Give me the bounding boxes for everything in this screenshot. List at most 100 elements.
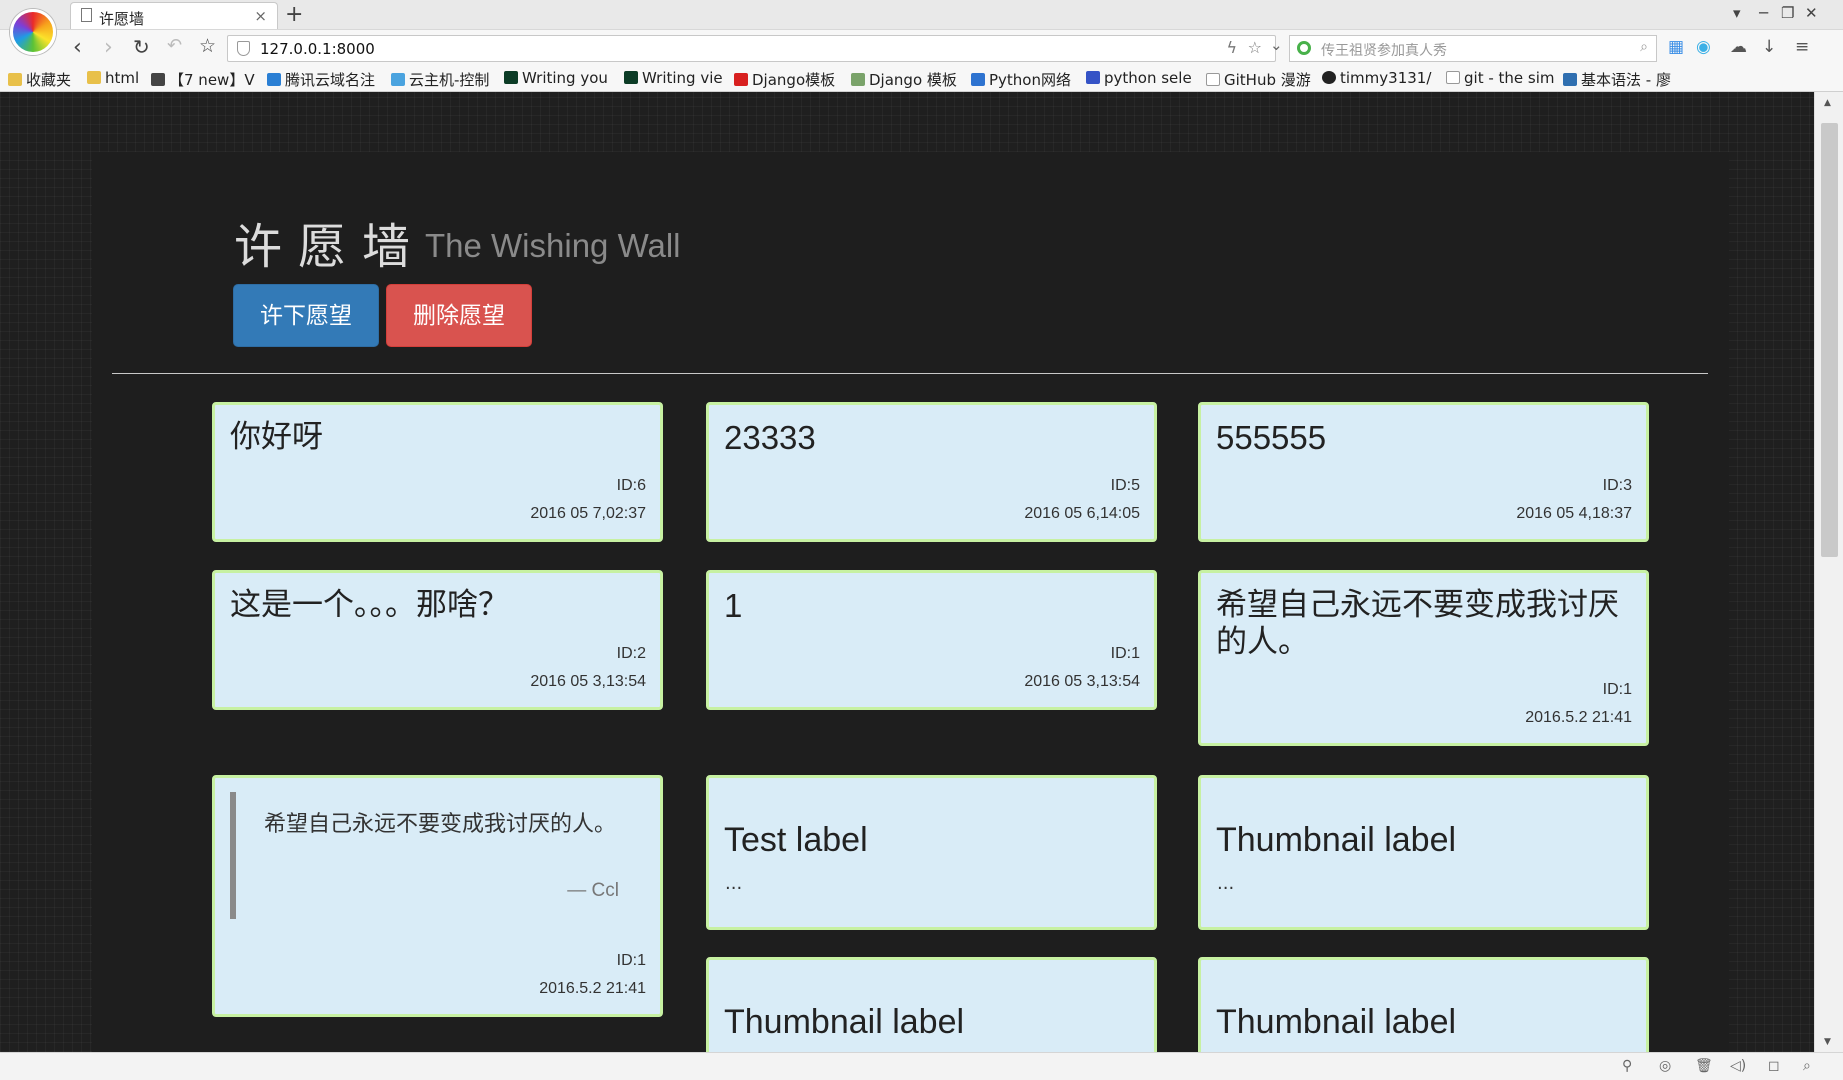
scroll-up-arrow-icon[interactable]: ▲ <box>1824 98 1831 108</box>
window-icon[interactable]: ◻ <box>1768 1058 1780 1074</box>
tab-title: 许愿墙 <box>99 10 145 28</box>
blockquote-bar <box>230 792 236 919</box>
security-shield-icon <box>237 41 250 56</box>
scrollbar-thumb[interactable] <box>1821 123 1838 557</box>
bookmark-item[interactable]: Python网络 <box>971 69 1071 90</box>
search-placeholder[interactable]: 传王祖贤参加真人秀 <box>1321 40 1447 60</box>
bookmark-item[interactable]: Writing vie <box>624 69 723 87</box>
wish-text: 1 <box>724 587 743 624</box>
page-icon <box>851 73 865 86</box>
quote-text: 希望自己永远不要变成我讨厌的人。 <box>264 812 617 837</box>
bookmark-item[interactable]: 【7 new】V <box>151 69 255 90</box>
github-icon <box>1322 71 1336 84</box>
thumbnail-card: Thumbnail label <box>706 957 1157 1052</box>
make-wish-button[interactable]: 许下愿望 <box>233 284 379 347</box>
close-window-button[interactable]: ✕ <box>1805 4 1818 22</box>
url-text[interactable]: 127.0.0.1:8000 <box>260 40 375 58</box>
bookmarks-bar: 收藏夹 html 【7 new】V 腾讯云域名注 云主机-控制 Writing … <box>0 66 1843 92</box>
search-icon[interactable]: ⌕ <box>1640 39 1648 55</box>
wish-text: 这是一个。。。那啥？ <box>230 587 509 623</box>
speedometer-icon[interactable]: ◎ <box>1659 1058 1671 1074</box>
dropdown-chevron-icon[interactable]: ⌄ <box>1270 36 1283 54</box>
bookmark-item[interactable]: python sele <box>1086 69 1192 87</box>
page-icon <box>81 8 92 22</box>
thumbnail-label: Thumbnail label <box>1216 1003 1457 1041</box>
globe-icon <box>971 73 985 86</box>
thumbnail-card: Thumbnail label ... <box>1198 775 1649 930</box>
forward-icon[interactable]: › <box>104 35 113 60</box>
bookmark-item[interactable]: 腾讯云域名注 <box>267 69 375 90</box>
search-box[interactable]: 传王祖贤参加真人秀 ⌕ <box>1289 35 1657 62</box>
django-icon <box>624 71 638 84</box>
wish-id: ID:3 <box>1602 477 1632 494</box>
folder-icon <box>8 73 22 86</box>
favorite-star-icon[interactable]: ☆ <box>1248 38 1262 57</box>
new-tab-button[interactable]: + <box>285 2 303 27</box>
browser-titlebar: 许愿墙 × + ▾ ─ ❐ ✕ <box>0 0 1843 29</box>
thumbnail-caption: ... <box>1217 873 1235 894</box>
delete-wish-button[interactable]: 删除愿望 <box>386 284 532 347</box>
bookmark-item[interactable]: timmy3131/ <box>1322 69 1431 87</box>
bookmark-item[interactable]: git - the sim <box>1446 69 1555 87</box>
trash-icon[interactable]: 🗑 <box>1695 1058 1713 1074</box>
wish-card: 1 ID:1 2016 05 3,13:54 <box>706 570 1157 710</box>
extension-icon[interactable]: ◉ <box>1696 37 1711 57</box>
wish-date: 2016.5.2 21:41 <box>539 980 646 997</box>
undo-icon[interactable]: ↶ <box>167 35 182 56</box>
wish-id: ID:6 <box>616 477 646 494</box>
bookmark-item[interactable]: Writing you <box>504 69 608 87</box>
wish-card: 这是一个。。。那啥？ ID:2 2016 05 3,13:54 <box>212 570 663 710</box>
wish-date: 2016 05 3,13:54 <box>1024 673 1140 690</box>
cloud-icon <box>267 73 281 86</box>
lightning-icon[interactable]: ϟ <box>1226 38 1237 57</box>
wish-text: 555555 <box>1216 419 1327 456</box>
browser-toolbar: ‹ › ↻ ↶ ☆ 127.0.0.1:8000 ϟ ☆ ⌄ 传王祖贤参加真人秀… <box>0 29 1843 66</box>
reload-icon[interactable]: ↻ <box>133 35 150 59</box>
wish-text: 你好呀 <box>230 419 323 455</box>
divider <box>112 373 1708 374</box>
django-icon <box>504 71 518 84</box>
wish-card: 23333 ID:5 2016 05 6,14:05 <box>706 402 1157 542</box>
page-title: 许愿墙 <box>234 219 427 275</box>
bookmark-item[interactable]: Django 模板 <box>851 69 957 90</box>
minimize-button[interactable]: ─ <box>1759 4 1768 22</box>
pin-icon[interactable]: ⚲ <box>1622 1058 1632 1074</box>
wish-date: 2016 05 4,18:37 <box>1516 505 1632 522</box>
cloud-icon <box>391 73 405 86</box>
wish-date: 2016 05 3,13:54 <box>530 673 646 690</box>
wish-text: 23333 <box>724 419 816 456</box>
download-icon[interactable]: ↓ <box>1762 37 1776 57</box>
bookmark-item[interactable]: 基本语法 - 廖 <box>1563 69 1671 90</box>
speaker-icon[interactable]: ◁) <box>1730 1058 1746 1074</box>
browser-tab[interactable]: 许愿墙 × <box>70 2 278 29</box>
pin-icon[interactable]: ▾ <box>1733 4 1741 22</box>
bookmark-item[interactable]: 收藏夹 <box>8 69 71 90</box>
page-subtitle: The Wishing Wall <box>425 227 681 264</box>
wish-id: ID:1 <box>1602 681 1632 698</box>
zoom-icon[interactable]: ⌕ <box>1803 1058 1811 1074</box>
bookmark-item[interactable]: 云主机-控制 <box>391 69 489 90</box>
vertical-scrollbar[interactable]: ▲ ▼ <box>1814 92 1843 1052</box>
close-tab-icon[interactable]: × <box>254 7 267 25</box>
thumbnail-label: Thumbnail label <box>724 1003 965 1041</box>
quote-card: 希望自己永远不要变成我讨厌的人。 — Ccl ID:1 2016.5.2 21:… <box>212 775 663 1017</box>
address-bar[interactable]: 127.0.0.1:8000 ϟ ☆ <box>227 35 1276 62</box>
bookmark-item[interactable]: GitHub 漫游 <box>1206 69 1311 90</box>
thumbnail-card: Thumbnail label <box>1198 957 1649 1052</box>
bookmark-item[interactable]: Django模板 <box>734 69 835 90</box>
back-icon[interactable]: ‹ <box>73 35 82 60</box>
wish-date: 2016 05 6,14:05 <box>1024 505 1140 522</box>
wish-id: ID:1 <box>616 952 646 969</box>
cloud-icon[interactable]: ☁ <box>1730 37 1747 57</box>
menu-icon[interactable]: ≡ <box>1795 37 1809 57</box>
apps-grid-icon[interactable]: ▦ <box>1668 37 1684 57</box>
browser-logo-icon[interactable] <box>10 9 56 55</box>
bookmark-item[interactable]: html <box>87 69 139 87</box>
restore-button[interactable]: ❐ <box>1781 4 1794 22</box>
wish-date: 2016.5.2 21:41 <box>1525 709 1632 726</box>
page-icon <box>1446 71 1460 84</box>
quote-source: — Ccl <box>567 880 619 901</box>
scroll-down-arrow-icon[interactable]: ▼ <box>1824 1037 1831 1047</box>
bookmark-star-icon[interactable]: ☆ <box>199 35 216 57</box>
wish-id: ID:5 <box>1110 477 1140 494</box>
